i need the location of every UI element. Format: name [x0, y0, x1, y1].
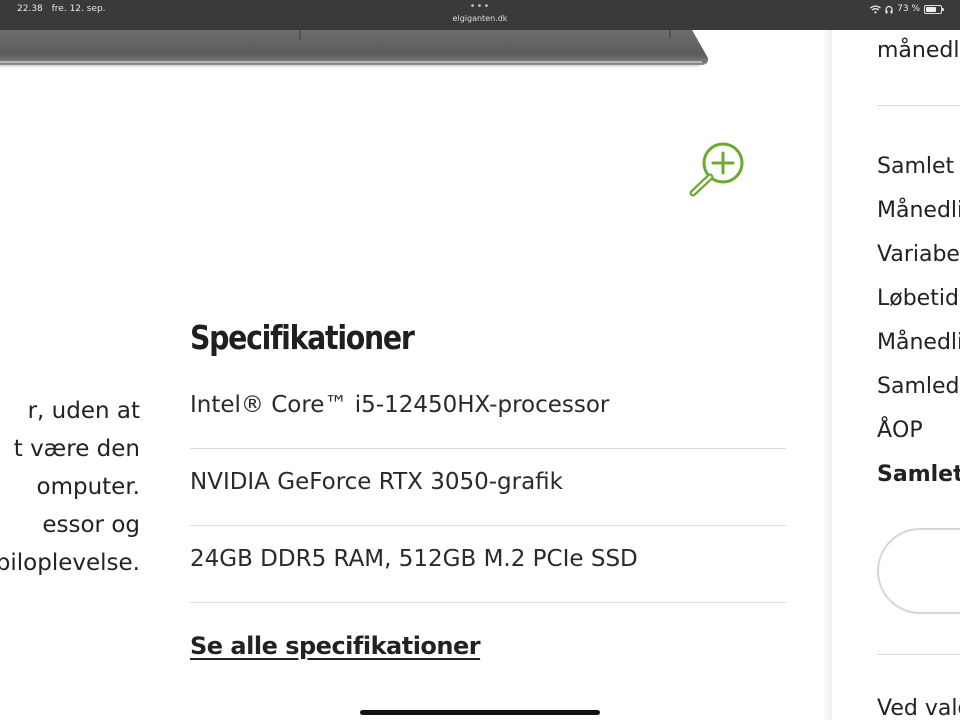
description-line: r, uden at [27, 398, 140, 424]
financing-side-panel: månedli Samlet k Månedli Variabel Løbeti… [832, 30, 960, 720]
battery-fill [926, 6, 937, 12]
financing-row-total-costs: Samlede [877, 374, 960, 399]
status-center: ••• elgiganten.dk [0, 2, 960, 24]
product-description: r, uden at t være den omputer. essor og … [0, 392, 140, 582]
laptop-product-image[interactable] [0, 30, 710, 68]
zoom-in-icon [689, 142, 744, 197]
financing-row-term: Løbetid [877, 286, 959, 311]
financing-row-aop: ÅOP [877, 418, 923, 443]
status-bar: 22.38 fre. 12. sep. ••• elgiganten.dk 73… [0, 0, 960, 30]
financing-action-button[interactable] [877, 528, 960, 614]
monthly-price-text: månedli [877, 38, 960, 63]
specifications-heading: Specifikationer [190, 318, 415, 357]
financing-row-monthly: Månedli [877, 198, 960, 223]
address-url[interactable]: elgiganten.dk [0, 14, 960, 23]
financing-row-monthly-2: Månedli [877, 330, 960, 355]
side-panel-shadow [822, 30, 832, 720]
description-line: omputer. [36, 474, 140, 500]
spec-item-processor: Intel® Core™ i5-12450HX-processor [190, 374, 786, 449]
multitasking-dots-icon[interactable]: ••• [0, 2, 960, 12]
description-line: t være den [13, 436, 140, 462]
description-line: biloplevelse. [0, 550, 140, 576]
side-divider [877, 654, 960, 655]
home-indicator[interactable] [360, 710, 600, 715]
spec-item-graphics: NVIDIA GeForce RTX 3050-grafik [190, 449, 786, 526]
zoom-in-button[interactable] [686, 140, 748, 202]
financing-row-total-credit: Samlet k [877, 154, 960, 179]
battery-icon [924, 4, 944, 14]
spec-item-memory-storage: 24GB DDR5 RAM, 512GB M.2 PCIe SSD [190, 526, 786, 603]
side-divider [877, 105, 960, 106]
headphones-icon [885, 5, 893, 13]
financing-footnote: Ved valg [877, 696, 960, 720]
financing-row-total-amount: Samlet t [877, 462, 960, 487]
description-line: essor og [42, 512, 140, 538]
specifications-list: Intel® Core™ i5-12450HX-processor NVIDIA… [190, 374, 786, 603]
battery-percent: 73 % [897, 4, 920, 14]
financing-row-variable: Variabel [877, 242, 960, 267]
see-all-specifications-link[interactable]: Se alle specifikationer [190, 632, 481, 660]
wifi-icon [870, 4, 882, 13]
status-right: 73 % [870, 4, 944, 14]
